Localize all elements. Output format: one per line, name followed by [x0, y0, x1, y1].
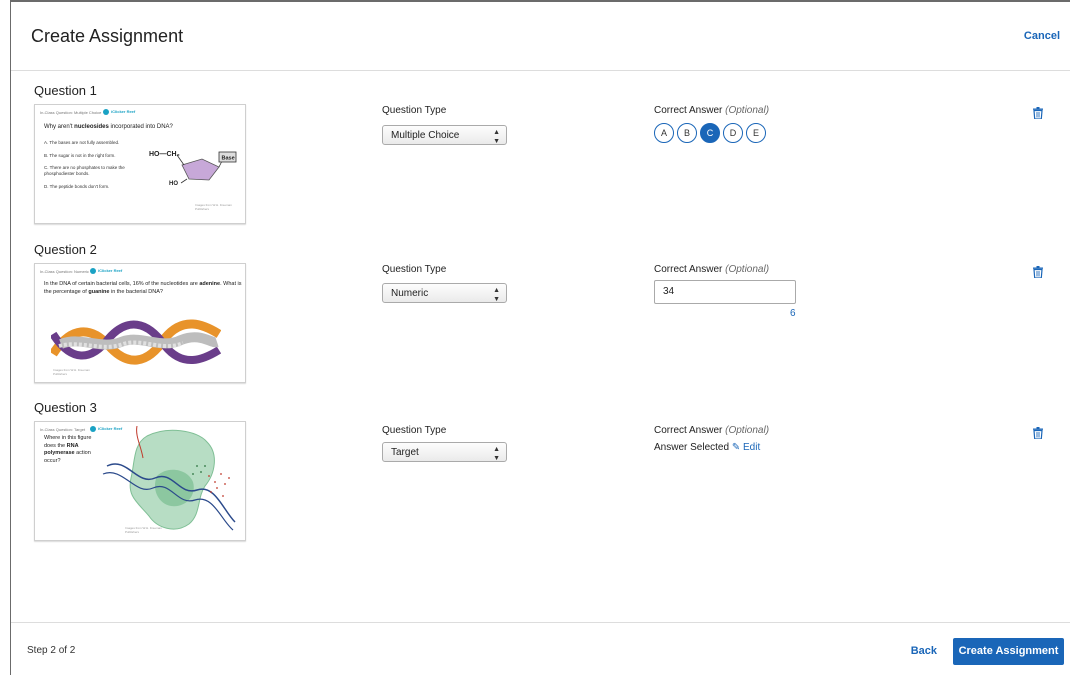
- thumbnail-logo: iClicker Reef: [103, 109, 135, 115]
- thumbnail-option: C. There are no phosphates to make the p…: [44, 165, 125, 176]
- modal-header: Create Assignment Cancel: [11, 2, 1070, 71]
- thumbnail-header: In-Class Question: Multiple Choice: [40, 110, 102, 115]
- question-type-select[interactable]: Multiple Choice ▲ ▼: [382, 125, 507, 145]
- modal-window: Create Assignment Cancel Question 1 In-C…: [10, 0, 1070, 675]
- thumbnail-question: Why aren't nucleosides incorporated into…: [44, 124, 173, 130]
- sugar-ring-diagram: HO—CH₂ Base HO: [149, 151, 237, 185]
- updown-arrows-icon: ▲ ▼: [493, 287, 500, 303]
- question-thumbnail[interactable]: In-Class Question: Numeric iClicker Reef…: [34, 263, 246, 383]
- back-button[interactable]: Back: [911, 645, 937, 657]
- svg-text:HO: HO: [169, 181, 178, 185]
- thumbnail-option: B. The sugar is not in the right form.: [44, 153, 116, 158]
- choice-a[interactable]: A: [654, 123, 674, 143]
- thumbnail-option: D. The peptide bonds don't form.: [44, 184, 110, 189]
- choice-e[interactable]: E: [746, 123, 766, 143]
- question-type-value: Numeric: [391, 288, 429, 299]
- correct-answer-label: Correct Answer (Optional): [654, 264, 770, 275]
- question-type-value: Target: [391, 447, 419, 458]
- edit-answer-button[interactable]: ✎ Edit: [732, 442, 760, 453]
- answer-extra-value: 6: [790, 308, 796, 319]
- question-thumbnail[interactable]: In-Class Question: Target iClicker Reef …: [34, 421, 246, 541]
- question-title: Question 3: [34, 400, 97, 415]
- step-indicator: Step 2 of 2: [27, 645, 76, 656]
- thumbnail-credit: Images from W.H. Freeman Publishers: [195, 203, 232, 211]
- thumbnail-header: In-Class Question: Numeric: [40, 269, 89, 274]
- page-title: Create Assignment: [31, 26, 184, 46]
- trash-icon[interactable]: [1033, 266, 1043, 278]
- question-type-select[interactable]: Numeric ▲ ▼: [382, 283, 507, 303]
- thumbnail-logo: iClicker Reef: [90, 268, 122, 274]
- question-title: Question 1: [34, 83, 97, 98]
- updown-arrows-icon: ▲ ▼: [493, 129, 500, 145]
- question-type-label: Question Type: [382, 425, 447, 436]
- svg-text:Base: Base: [222, 156, 235, 162]
- question-type-value: Multiple Choice: [391, 130, 460, 141]
- question-title: Question 2: [34, 242, 97, 257]
- answer-status: Answer Selected ✎ Edit: [654, 442, 761, 453]
- numeric-answer-input[interactable]: 34: [654, 280, 796, 304]
- choice-c[interactable]: C: [700, 123, 720, 143]
- modal-footer: Step 2 of 2 Back Create Assignment: [11, 622, 1070, 678]
- question-thumbnail[interactable]: In-Class Question: Multiple Choice iClic…: [34, 104, 246, 224]
- thumbnail-option: A. The bases are not fully assembled.: [44, 140, 120, 145]
- correct-answer-label: Correct Answer (Optional): [654, 425, 770, 436]
- create-assignment-button[interactable]: Create Assignment: [953, 638, 1064, 665]
- updown-arrows-icon: ▲ ▼: [493, 446, 500, 462]
- trash-icon[interactable]: [1033, 427, 1043, 439]
- question-type-select[interactable]: Target ▲ ▼: [382, 442, 507, 462]
- answer-choices: A B C D E: [654, 123, 766, 143]
- thumbnail-credit: Images from W.H. Freeman Publishers: [53, 368, 90, 376]
- trash-icon[interactable]: [1033, 107, 1043, 119]
- thumbnail-question: In the DNA of certain bacterial cells, 1…: [44, 281, 242, 295]
- question-type-label: Question Type: [382, 105, 447, 116]
- svg-text:HO—CH₂: HO—CH₂: [149, 151, 180, 158]
- pencil-icon: ✎: [731, 442, 741, 453]
- choice-d[interactable]: D: [723, 123, 743, 143]
- dna-helix-image: [51, 319, 221, 365]
- thumbnail-question: Where in this figure does the RNA polyme…: [44, 435, 92, 464]
- rna-polymerase-figure: [102, 426, 236, 531]
- thumbnail-credit: Images from W.H. Freeman Publishers: [125, 526, 162, 534]
- question-type-label: Question Type: [382, 264, 447, 275]
- thumbnail-header: In-Class Question: Target: [40, 427, 86, 432]
- choice-b[interactable]: B: [677, 123, 697, 143]
- correct-answer-label: Correct Answer (Optional): [654, 105, 770, 116]
- cancel-button[interactable]: Cancel: [1024, 30, 1060, 42]
